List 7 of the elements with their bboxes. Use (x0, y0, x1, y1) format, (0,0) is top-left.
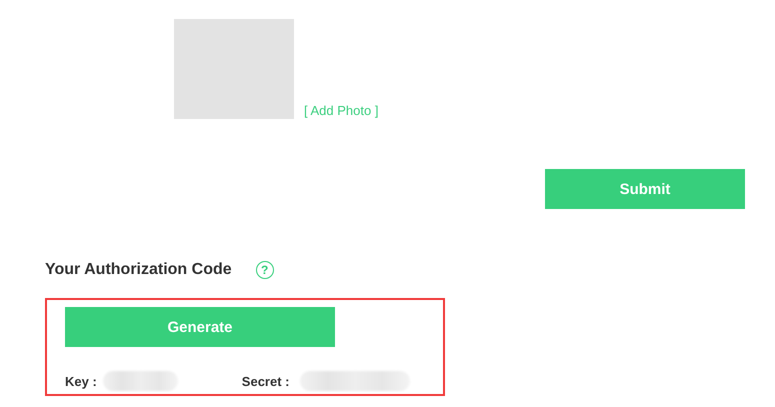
generate-button[interactable]: Generate (65, 307, 335, 347)
field-label: Key : (65, 374, 97, 388)
submit-button[interactable]: Submit (545, 169, 745, 209)
add-photo-link[interactable]: [ Add Photo ] (304, 103, 378, 119)
help-icon[interactable]: ? (256, 261, 274, 279)
field-label: Secret : (242, 374, 290, 388)
section-title: Your Authorization Code (45, 261, 232, 279)
